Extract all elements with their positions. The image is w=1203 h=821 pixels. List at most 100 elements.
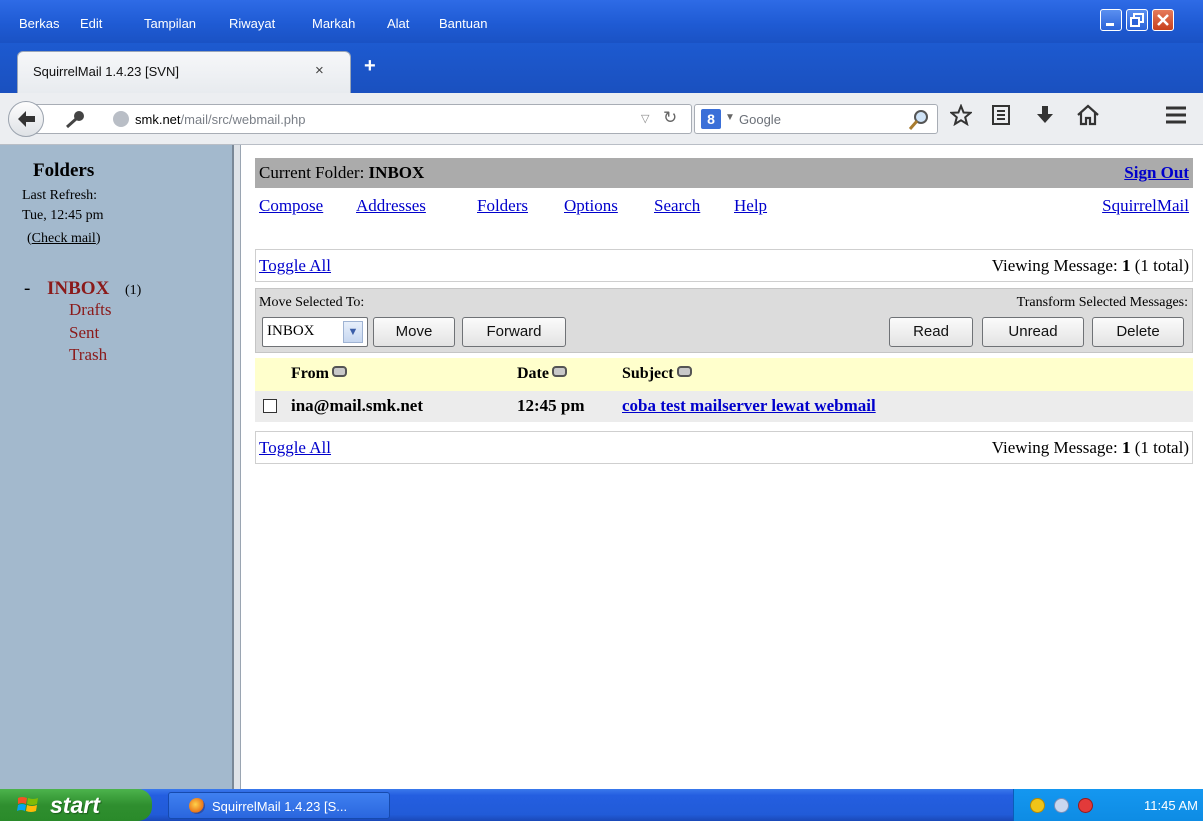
google-icon[interactable]: 8: [701, 109, 721, 129]
new-tab-icon[interactable]: +: [364, 55, 376, 78]
system-tray: 11:45 AM: [1013, 789, 1203, 821]
hamburger-menu-icon[interactable]: [1165, 105, 1187, 125]
options-link[interactable]: Options: [564, 196, 618, 216]
menu-tampilan[interactable]: Tampilan: [144, 16, 196, 31]
close-icon: [1157, 14, 1169, 26]
url-text: smk.net/mail/src/webmail.php: [135, 112, 306, 127]
downloads-icon[interactable]: [1034, 104, 1056, 126]
taskbar-item-label: SquirrelMail 1.4.23 [S...: [212, 799, 348, 814]
sort-icon[interactable]: [551, 366, 567, 377]
network-icon[interactable]: [1054, 798, 1069, 813]
tab-title: SquirrelMail 1.4.23 [SVN]: [33, 64, 179, 79]
folder-sent[interactable]: Sent: [69, 323, 99, 343]
message-table: From Date Subject ina@mail.smk.net 12:45…: [255, 358, 1193, 422]
sort-icon[interactable]: [331, 366, 347, 377]
folder-drafts[interactable]: Drafts: [69, 300, 111, 320]
search-link[interactable]: Search: [654, 196, 700, 216]
move-selected-label: Move Selected To:: [259, 295, 365, 310]
folders-title: Folders: [33, 160, 95, 181]
move-folder-select[interactable]: INBOX ▼: [262, 317, 368, 347]
back-arrow-icon: [18, 111, 35, 127]
minimize-button[interactable]: [1100, 9, 1122, 31]
taskbar-item-firefox[interactable]: SquirrelMail 1.4.23 [S...: [168, 792, 390, 819]
message-from: ina@mail.smk.net: [291, 396, 423, 415]
read-button[interactable]: Read: [889, 317, 973, 347]
message-subject-link[interactable]: coba test mailserver lewat webmail: [622, 396, 876, 416]
search-placeholder: Google: [739, 112, 781, 127]
home-icon[interactable]: [1076, 104, 1100, 126]
back-button[interactable]: [8, 101, 44, 137]
message-checkbox[interactable]: [263, 399, 277, 413]
bookmark-star-icon[interactable]: [950, 104, 972, 126]
folder-inbox[interactable]: INBOX: [47, 278, 109, 300]
windows-flag-icon: [17, 797, 38, 812]
viewing-count: Viewing Message: 1 (1 total): [991, 256, 1189, 275]
table-row[interactable]: ina@mail.smk.net 12:45 pm coba test mail…: [255, 391, 1193, 422]
restore-button[interactable]: [1126, 9, 1148, 31]
toggle-all-link[interactable]: Toggle All: [259, 256, 331, 276]
menu-berkas[interactable]: Berkas: [19, 16, 59, 31]
sign-out-link[interactable]: Sign Out: [1124, 163, 1189, 183]
navigation-toolbar: smk.net/mail/src/webmail.php ▽ ↻ 8 ▼ Goo…: [0, 93, 1203, 145]
window-close-button[interactable]: [1152, 9, 1174, 31]
current-folder: Current Folder: INBOX: [259, 163, 425, 182]
transform-selected-label: Transform Selected Messages:: [1016, 295, 1188, 310]
magnifier-icon[interactable]: [907, 108, 931, 132]
last-refresh-time: Tue, 12:45 pm: [22, 208, 104, 223]
taskbar: start SquirrelMail 1.4.23 [S... 11:45 AM: [0, 789, 1203, 821]
inbox-unread-count: (1): [125, 283, 142, 298]
compose-link[interactable]: Compose: [259, 196, 323, 216]
alert-icon[interactable]: [1078, 798, 1093, 813]
bookmarks-menu-icon[interactable]: [990, 104, 1012, 126]
tab-close-icon[interactable]: ×: [315, 62, 324, 79]
engine-dropdown-icon[interactable]: ▼: [725, 112, 735, 123]
menu-riwayat[interactable]: Riwayat: [229, 16, 275, 31]
forward-button[interactable]: Forward: [462, 317, 566, 347]
column-date[interactable]: Date: [517, 365, 567, 383]
url-history-dropdown-icon[interactable]: ▽: [641, 112, 649, 125]
start-label: start: [50, 792, 100, 818]
addresses-link[interactable]: Addresses: [356, 196, 426, 216]
globe-icon: [113, 111, 129, 127]
search-bar[interactable]: 8 ▼ Google: [694, 104, 938, 134]
pane-splitter[interactable]: [232, 145, 241, 789]
last-refresh-label: Last Refresh:: [22, 188, 98, 203]
menu-bantuan[interactable]: Bantuan: [439, 16, 487, 31]
menu-alat[interactable]: Alat: [387, 16, 409, 31]
menu-bar: Berkas Edit Tampilan Riwayat Markah Alat…: [0, 0, 1203, 43]
message-date: 12:45 pm: [517, 396, 585, 415]
reload-icon[interactable]: ↻: [663, 108, 677, 128]
column-subject[interactable]: Subject: [622, 365, 692, 383]
folder-collapse-marker: -: [24, 278, 31, 299]
toggle-bar-top: Toggle All Viewing Message: 1 (1 total): [255, 249, 1193, 282]
url-bar[interactable]: smk.net/mail/src/webmail.php ▽ ↻: [30, 104, 692, 134]
sort-icon[interactable]: [676, 366, 692, 377]
message-table-header: From Date Subject: [255, 358, 1193, 391]
check-mail-link[interactable]: (Check mail): [27, 231, 101, 247]
menu-edit[interactable]: Edit: [80, 16, 102, 31]
help-link[interactable]: Help: [734, 196, 767, 216]
folder-trash[interactable]: Trash: [69, 345, 107, 365]
message-list-pane: Current Folder: INBOX Sign Out Compose A…: [241, 145, 1203, 789]
firefox-icon: [189, 798, 205, 814]
squirrelmail-link[interactable]: SquirrelMail: [1102, 196, 1189, 216]
current-folder-bar: Current Folder: INBOX Sign Out: [255, 158, 1193, 188]
unread-button[interactable]: Unread: [982, 317, 1084, 347]
move-button[interactable]: Move: [373, 317, 455, 347]
key-icon: [66, 111, 84, 129]
restore-icon: [1130, 13, 1144, 27]
minimize-icon: [1106, 23, 1114, 26]
message-actions: Move Selected To: Transform Selected Mes…: [255, 288, 1193, 353]
tab-strip: SquirrelMail 1.4.23 [SVN] × +: [0, 43, 1203, 93]
move-folder-value: INBOX: [267, 323, 315, 339]
browser-tab[interactable]: SquirrelMail 1.4.23 [SVN] ×: [17, 51, 351, 93]
menu-markah[interactable]: Markah: [312, 16, 355, 31]
security-shield-icon[interactable]: [1030, 798, 1045, 813]
delete-button[interactable]: Delete: [1092, 317, 1184, 347]
start-button[interactable]: start: [0, 789, 152, 821]
clock: 11:45 AM: [1144, 798, 1198, 813]
chevron-down-icon: ▼: [343, 321, 363, 343]
column-from[interactable]: From: [291, 365, 347, 383]
folders-link[interactable]: Folders: [477, 196, 528, 216]
toggle-all-link[interactable]: Toggle All: [259, 438, 331, 458]
